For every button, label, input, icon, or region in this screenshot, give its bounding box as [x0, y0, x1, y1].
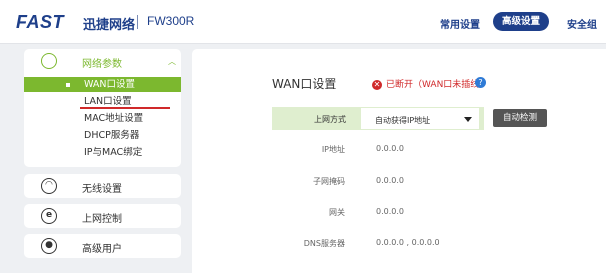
dns-server-value: 0.0.0.0 , 0.0.0.0	[376, 238, 440, 247]
wifi-icon: ◠	[41, 178, 57, 194]
dropdown-arrow-icon	[464, 117, 472, 122]
annotation-underline	[80, 107, 170, 109]
auto-detect-button[interactable]: 自动检测	[493, 109, 547, 127]
subnet-mask-value: 0.0.0.0	[376, 176, 404, 185]
connection-type-row: 上网方式 自动获得IP地址	[272, 107, 484, 130]
page-title: WAN口设置	[272, 77, 337, 91]
sidebar-item-ip-mac-bind[interactable]: IP与MAC绑定	[24, 145, 181, 160]
sidebar-item-advanced-users[interactable]: ● 高级用户	[24, 234, 181, 258]
sidebar-network-header[interactable]: 网络参数 ︿	[24, 49, 181, 73]
chevron-up-icon: ︿	[168, 57, 176, 66]
ip-address-value: 0.0.0.0	[376, 144, 404, 153]
sidebar-access-label: 上网控制	[82, 214, 122, 225]
internet-explorer-icon: e	[41, 208, 57, 224]
sidebar: 网络参数 ︿ WAN口设置 LAN口设置 MAC地址设置 DHCP服务器 IP与…	[24, 49, 181, 258]
nav-security[interactable]: 安全组	[567, 16, 597, 31]
ip-address-label: IP地址	[321, 145, 345, 154]
brand-name: 迅捷网络	[83, 18, 136, 33]
connection-type-value: 自动获得IP地址	[375, 116, 431, 125]
sidebar-item-dhcp[interactable]: DHCP服务器	[24, 128, 181, 143]
sidebar-item-wireless[interactable]: ◠ 无线设置	[24, 174, 181, 198]
header-divider	[137, 15, 138, 29]
status-text: 已断开（WAN口未插线）	[386, 80, 489, 90]
gateway-label: 网关	[329, 208, 345, 217]
gateway-value: 0.0.0.0	[376, 207, 404, 216]
sidebar-network-label: 网络参数	[82, 59, 122, 70]
sidebar-item-access-control[interactable]: e 上网控制	[24, 204, 181, 228]
sidebar-item-mac[interactable]: MAC地址设置	[24, 111, 181, 126]
user-icon: ●	[41, 238, 57, 254]
error-icon: ✕	[372, 79, 382, 90]
sidebar-item-wan[interactable]: WAN口设置	[24, 77, 181, 92]
nav-advanced-settings[interactable]: 高级设置	[493, 12, 549, 31]
sidebar-users-label: 高级用户	[82, 244, 122, 255]
connection-type-label: 上网方式	[314, 115, 346, 124]
status-badge: ✕ 已断开（WAN口未插线）	[372, 77, 488, 90]
router-model: FW300R	[147, 14, 195, 28]
network-icon	[41, 53, 57, 69]
wan-settings-panel: WAN口设置 ✕ 已断开（WAN口未插线） ? 上网方式 自动获得IP地址 自动检…	[192, 49, 606, 273]
top-header: FAST 迅捷网络 FW300R 常用设置 高级设置 安全组	[0, 0, 606, 44]
nav-common-settings[interactable]: 常用设置	[440, 16, 480, 31]
subnet-mask-label: 子网掩码	[313, 177, 345, 186]
sidebar-group-network: 网络参数 ︿ WAN口设置 LAN口设置 MAC地址设置 DHCP服务器 IP与…	[24, 49, 181, 167]
connection-type-select[interactable]: 自动获得IP地址	[360, 107, 480, 130]
sidebar-wireless-label: 无线设置	[82, 184, 122, 195]
fast-logo: FAST	[16, 12, 65, 32]
help-icon[interactable]: ?	[475, 77, 486, 88]
dns-server-label: DNS服务器	[303, 239, 345, 248]
